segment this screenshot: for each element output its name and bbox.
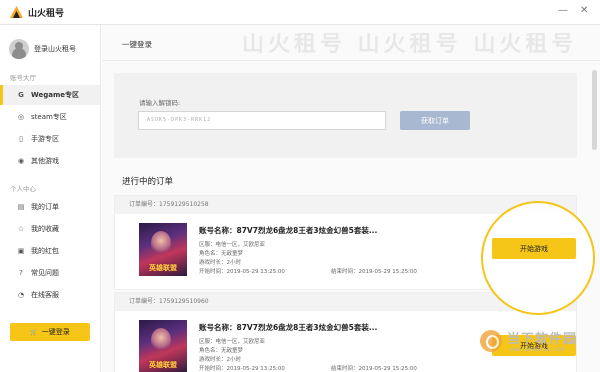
order-role: 角色名：无敌童梦 bbox=[199, 348, 244, 354]
sidebar-item-faq[interactable]: ? 常见问题 bbox=[0, 263, 100, 283]
onekey-login-label: 一键登录 bbox=[41, 328, 70, 336]
gamepad-icon: ◉ bbox=[17, 157, 25, 165]
steam-icon: ◎ bbox=[17, 113, 25, 121]
minimize-button[interactable]: — bbox=[558, 6, 568, 16]
sidebar-item-steam[interactable]: ◎ steam专区 bbox=[0, 107, 100, 127]
sidebar-item-other[interactable]: ◉ 其他游戏 bbox=[0, 151, 100, 171]
order-start-time: 开始时间：2019-05-29 13:25:00 bbox=[199, 366, 285, 372]
game-thumbnail: 英雄联盟 bbox=[139, 223, 187, 276]
wegame-icon: G bbox=[18, 91, 24, 99]
sidebar-item-label: Wegame专区 bbox=[31, 91, 79, 99]
avatar[interactable] bbox=[9, 39, 29, 59]
scrollbar[interactable] bbox=[592, 70, 597, 150]
sidebar-item-label: 我的收藏 bbox=[31, 225, 59, 233]
main-content: 山火租号 山火租号 山火租号 一键登录 请输入解锁码: ASUK5-DPK3-R… bbox=[102, 25, 600, 372]
sidebar-item-support[interactable]: ◔ 在线客服 bbox=[0, 285, 100, 305]
start-game-button[interactable]: 开始游戏 bbox=[492, 238, 576, 259]
phone-icon: ▯ bbox=[19, 135, 23, 143]
order-region: 区服：电信一区，艾欧尼亚 bbox=[199, 339, 266, 345]
login-link[interactable]: 登录山火租号 bbox=[34, 44, 76, 54]
sidebar-item-label: 我的订单 bbox=[31, 203, 59, 211]
site-watermark-url: www.downxia.com bbox=[510, 346, 565, 353]
sidebar-item-label: steam专区 bbox=[31, 113, 67, 121]
unlock-label: 请输入解锁码: bbox=[139, 99, 181, 107]
section-label-hall: 账号大厅 bbox=[10, 74, 36, 82]
app-logo-icon bbox=[10, 6, 23, 18]
title-bar: 山火租号 — ✕ bbox=[0, 0, 600, 25]
site-watermark-name: 当下软件园 bbox=[507, 332, 578, 347]
game-thumbnail-label: 英雄联盟 bbox=[149, 264, 177, 272]
headset-icon: ◔ bbox=[17, 291, 25, 299]
app-title: 山火租号 bbox=[28, 9, 65, 19]
sidebar: 登录山火租号 账号大厅 G Wegame专区 ◎ steam专区 ▯ 手游专区 … bbox=[0, 25, 101, 372]
order-end-time: 结束时间：2019-05-29 15:25:00 bbox=[331, 269, 417, 275]
section-label-user: 个人中心 bbox=[10, 185, 36, 193]
order-end-time: 结束时间：2019-05-29 15:25:00 bbox=[331, 366, 417, 372]
sidebar-item-favorites[interactable]: ☆ 我的收藏 bbox=[0, 219, 100, 239]
breadcrumb: 一键登录 bbox=[122, 40, 152, 49]
sidebar-item-label: 在线客服 bbox=[31, 291, 59, 299]
orders-section-title: 进行中的订单 bbox=[122, 177, 174, 187]
fetch-order-button[interactable]: 获取订单 bbox=[400, 111, 470, 130]
sidebar-item-redpacket[interactable]: ▣ 我的红包 bbox=[0, 241, 100, 261]
close-button[interactable]: ✕ bbox=[580, 6, 588, 16]
account-name: 账号名称：87V7烈龙6盘龙8王者3炫金幻兽5套装... bbox=[199, 226, 378, 235]
order-icon: ▤ bbox=[17, 203, 25, 211]
sidebar-item-label: 常见问题 bbox=[31, 269, 59, 277]
sidebar-item-orders[interactable]: ▤ 我的订单 bbox=[0, 197, 100, 217]
account-name: 账号名称：87V7烈龙6盘龙8王者3炫金幻兽5套装... bbox=[199, 323, 378, 332]
sidebar-item-label: 手游专区 bbox=[31, 135, 59, 143]
sidebar-item-mobile[interactable]: ▯ 手游专区 bbox=[0, 129, 100, 149]
order-role: 角色名：无敌童梦 bbox=[199, 251, 244, 257]
site-logo-icon bbox=[480, 330, 502, 352]
redpacket-icon: ▣ bbox=[17, 247, 25, 255]
star-icon: ☆ bbox=[17, 225, 25, 233]
order-duration: 游戏时长：2小时 bbox=[199, 260, 241, 266]
onekey-login-button[interactable]: 🛒 一键登录 bbox=[10, 323, 90, 341]
divider bbox=[102, 60, 600, 61]
order-start-time: 开始时间：2019-05-29 13:25:00 bbox=[199, 269, 285, 275]
game-thumbnail: 英雄联盟 bbox=[139, 320, 187, 372]
order-duration: 游戏时长：2小时 bbox=[199, 357, 241, 363]
cart-icon: 🛒 bbox=[30, 328, 38, 336]
order-region: 区服：电信一区，艾欧尼亚 bbox=[199, 242, 266, 248]
question-icon: ? bbox=[19, 269, 23, 277]
unlock-panel: 请输入解锁码: ASUK5-DPK3-RRK12 获取订单 bbox=[114, 73, 577, 158]
game-thumbnail-label: 英雄联盟 bbox=[149, 361, 177, 369]
sidebar-item-label: 我的红包 bbox=[31, 247, 59, 255]
unlock-code-input[interactable]: ASUK5-DPK3-RRK12 bbox=[138, 111, 386, 130]
sidebar-item-label: 其他游戏 bbox=[31, 157, 59, 165]
sidebar-item-wegame[interactable]: G Wegame专区 bbox=[0, 85, 100, 105]
